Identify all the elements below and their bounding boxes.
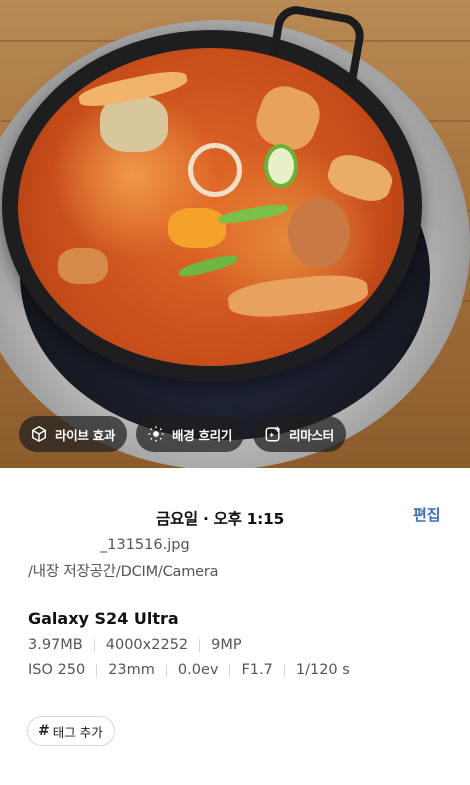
background-blur-label: 배경 흐리기: [172, 427, 233, 443]
add-tag-label: 태그 추가: [52, 724, 103, 740]
meatball: [288, 198, 350, 268]
exposure-value: 0.0ev: [177, 662, 219, 678]
add-tag-button[interactable]: # 태그 추가: [27, 716, 115, 746]
file-info-row: 3.97MB 4000x2252 9MP: [28, 637, 242, 653]
background-blur-button[interactable]: 배경 흐리기: [136, 416, 245, 452]
squid-ring: [188, 143, 242, 197]
divider: [96, 663, 98, 677]
green-onion: [264, 144, 298, 188]
resolution: 4000x2252: [105, 637, 189, 653]
focal-length: 23mm: [108, 662, 155, 678]
fish-cake: [323, 149, 397, 207]
iso: ISO 250: [28, 662, 86, 678]
fish-cake: [226, 270, 370, 322]
divider: [165, 663, 167, 677]
aperture: F1.7: [241, 662, 273, 678]
edit-button[interactable]: 편집: [413, 504, 441, 525]
divider: [229, 663, 231, 677]
background-blur-icon: [148, 426, 164, 442]
device-name: Galaxy S24 Ultra: [28, 609, 179, 628]
details-panel: 금요일 · 오후 1:15 편집 _131516.jpg /내장 저장공간/DC…: [0, 468, 470, 785]
remaster-button[interactable]: 리마스터: [253, 416, 346, 452]
fish-cake: [249, 79, 327, 157]
file-path: /내장 저장공간/DCIM/Camera: [28, 564, 219, 580]
divider: [93, 638, 95, 652]
meatball: [58, 248, 108, 284]
green-onion: [217, 202, 289, 226]
stew: [18, 48, 404, 366]
shutter-speed: 1/120 s: [295, 662, 350, 678]
live-effect-button[interactable]: 라이브 효과: [19, 416, 128, 452]
hash-icon: #: [38, 723, 50, 739]
file-size: 3.97MB: [28, 637, 83, 653]
capture-datetime: 금요일 · 오후 1:15: [156, 510, 285, 528]
photo-preview[interactable]: 라이브 효과 배경 흐리기 리마스터: [0, 0, 470, 468]
divider: [199, 638, 201, 652]
remaster-sparkle-icon: [265, 425, 281, 442]
file-name: _131516.jpg: [100, 537, 190, 553]
live-effect-label: 라이브 효과: [55, 427, 116, 443]
cube-live-icon: [31, 425, 47, 443]
divider: [283, 663, 285, 677]
tofu: [168, 208, 226, 248]
remaster-label: 리마스터: [289, 427, 334, 443]
exposure-row: ISO 250 23mm 0.0ev F1.7 1/120 s: [28, 662, 350, 678]
green-onion: [177, 252, 239, 280]
megapixels: 9MP: [211, 637, 242, 653]
